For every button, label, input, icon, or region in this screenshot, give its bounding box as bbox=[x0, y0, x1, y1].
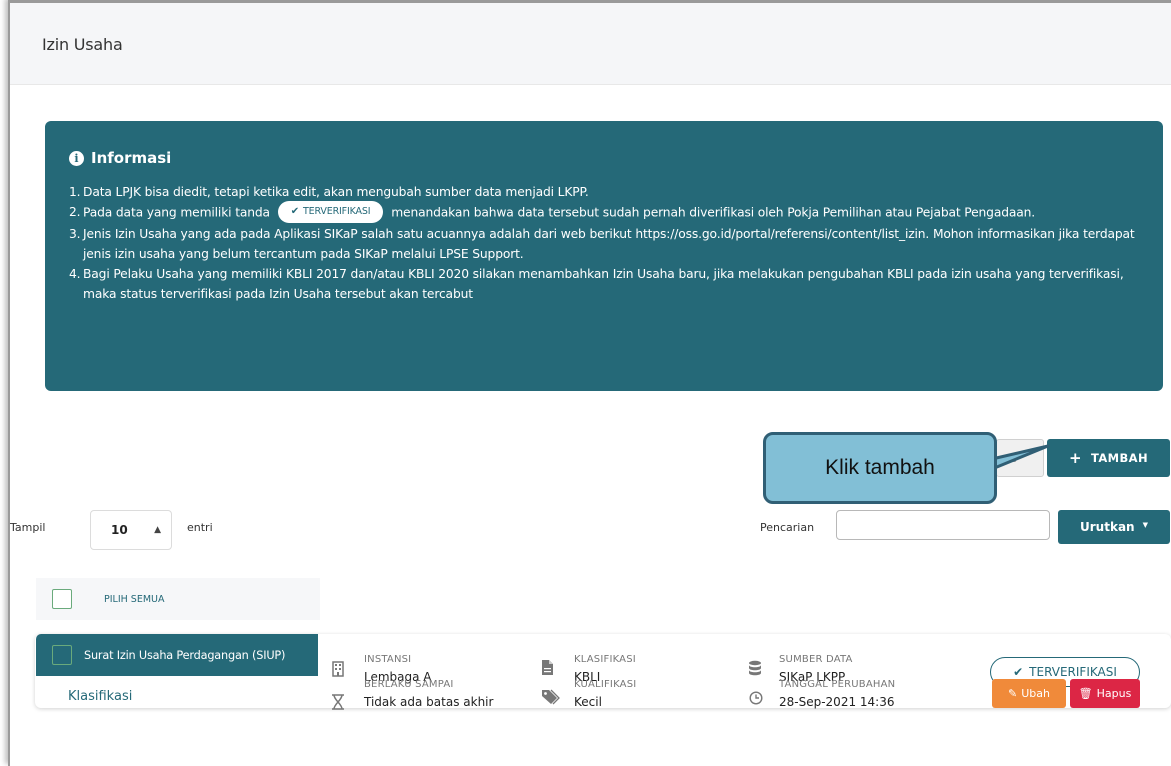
info-item-text: Jenis Izin Usaha yang ada pada Aplikasi … bbox=[83, 227, 1135, 261]
valid-until-field: BERLAKU SAMPAI Tidak ada batas akhir bbox=[364, 679, 493, 709]
building-icon bbox=[332, 661, 344, 677]
delete-button[interactable]: 🗑 Hapus bbox=[1070, 679, 1140, 708]
search-label: Pencarian bbox=[760, 521, 815, 534]
info-item: 4. Bagi Pelaku Usaha yang memiliki KBLI … bbox=[69, 264, 1149, 304]
license-name: Surat Izin Usaha Perdagangan (SIUP) bbox=[84, 648, 286, 662]
select-all-checkbox[interactable] bbox=[52, 589, 72, 609]
edit-button-label: Ubah bbox=[1021, 687, 1050, 700]
select-all-row: PILIH SEMUA bbox=[36, 578, 320, 620]
qualification-label: KUALIFIKASI bbox=[574, 679, 637, 690]
qualification-value: Kecil bbox=[574, 695, 602, 709]
info-item-number: 2. bbox=[69, 205, 81, 219]
caret-down-icon: ▼ bbox=[1142, 521, 1148, 529]
info-item-number: 1. bbox=[69, 185, 81, 199]
trash-icon: 🗑 bbox=[1078, 687, 1093, 700]
verified-status-label: TERVERIFIKASI bbox=[1029, 665, 1117, 679]
qualification-field: KUALIFIKASI Kecil bbox=[574, 679, 636, 709]
database-icon bbox=[749, 660, 761, 676]
license-card-header: Surat Izin Usaha Perdagangan (SIUP) bbox=[36, 634, 318, 676]
info-item-text: Data LPJK bisa diedit, tetapi ketika edi… bbox=[83, 185, 589, 199]
info-icon: i bbox=[69, 150, 84, 166]
modified-date-label: TANGGAL PERUBAHAN bbox=[779, 679, 896, 690]
edit-icon: ✎ bbox=[1008, 687, 1018, 700]
sort-button[interactable]: Urutkan ▼ bbox=[1058, 510, 1170, 544]
sort-arrows-icon: ▲ bbox=[154, 525, 161, 535]
modified-date-field: TANGGAL PERUBAHAN 28-Sep-2021 14:36 bbox=[779, 679, 895, 709]
info-item: 2. Pada data yang memiliki tanda ✔ TERVER… bbox=[69, 201, 1149, 224]
check-icon: ✔ bbox=[1013, 665, 1024, 679]
entries-label: entri bbox=[187, 521, 213, 534]
page-size-label: Tampil bbox=[10, 521, 46, 534]
check-icon: ✔ bbox=[290, 206, 299, 217]
callout-pointer bbox=[990, 444, 1050, 473]
verified-badge-sample: ✔ TERVERIFIKASI bbox=[277, 201, 384, 223]
info-item-text-after: menandakan bahwa data tersebut sudah per… bbox=[391, 205, 1036, 220]
plus-icon: + bbox=[1069, 449, 1082, 467]
info-item-text-before: Pada data yang memiliki tanda bbox=[83, 205, 270, 220]
license-checkbox[interactable] bbox=[52, 645, 72, 665]
page-size-value: 10 bbox=[111, 523, 128, 537]
info-item-number: 4. bbox=[69, 267, 81, 281]
verified-badge-label: TERVERIFIKASI bbox=[302, 206, 371, 217]
info-item: 1. Data LPJK bisa diedit, tetapi ketika … bbox=[69, 182, 1149, 202]
clock-icon bbox=[749, 691, 763, 705]
add-button-label: TAMBAH bbox=[1090, 451, 1148, 465]
modified-date-value: 28-Sep-2021 14:36 bbox=[779, 695, 895, 709]
info-heading: i Informasi bbox=[69, 149, 171, 167]
info-heading-label: Informasi bbox=[91, 149, 172, 167]
info-item-text: Bagi Pelaku Usaha yang memiliki KBLI 201… bbox=[83, 267, 1124, 301]
valid-until-value: Tidak ada batas akhir bbox=[364, 695, 494, 709]
tag-icon bbox=[542, 689, 560, 705]
edit-button[interactable]: ✎ Ubah bbox=[992, 679, 1066, 708]
file-icon bbox=[542, 660, 553, 675]
info-list: 1. Data LPJK bisa diedit, tetapi ketika … bbox=[69, 182, 1149, 304]
delete-button-label: Hapus bbox=[1096, 687, 1132, 700]
classification-link[interactable]: Klasifikasi bbox=[68, 689, 132, 704]
callout-annotation: Klik tambah bbox=[763, 432, 997, 504]
agency-label: INSTANSI bbox=[364, 654, 412, 665]
page-size-select[interactable]: 10 ▲ bbox=[90, 510, 172, 550]
classification-label: KLASIFIKASI bbox=[574, 654, 636, 665]
info-item-number: 3. bbox=[69, 227, 81, 241]
data-source-label: SUMBER DATA bbox=[779, 654, 853, 665]
valid-until-label: BERLAKU SAMPAI bbox=[364, 679, 454, 690]
page-header: Izin Usaha bbox=[10, 3, 1171, 85]
hourglass-icon bbox=[332, 694, 344, 710]
add-button[interactable]: + TAMBAH bbox=[1047, 439, 1170, 477]
page-title: Izin Usaha bbox=[42, 35, 123, 54]
select-all-label[interactable]: PILIH SEMUA bbox=[104, 594, 164, 605]
sort-button-label: Urutkan bbox=[1080, 520, 1135, 534]
info-item: 3. Jenis Izin Usaha yang ada pada Aplika… bbox=[69, 224, 1149, 264]
search-input[interactable] bbox=[836, 510, 1050, 540]
info-item-text: Pada data yang memiliki tanda ✔ TERVERIFI… bbox=[83, 201, 1036, 224]
info-panel: i Informasi 1. Data LPJK bisa diedit, te… bbox=[45, 121, 1163, 391]
